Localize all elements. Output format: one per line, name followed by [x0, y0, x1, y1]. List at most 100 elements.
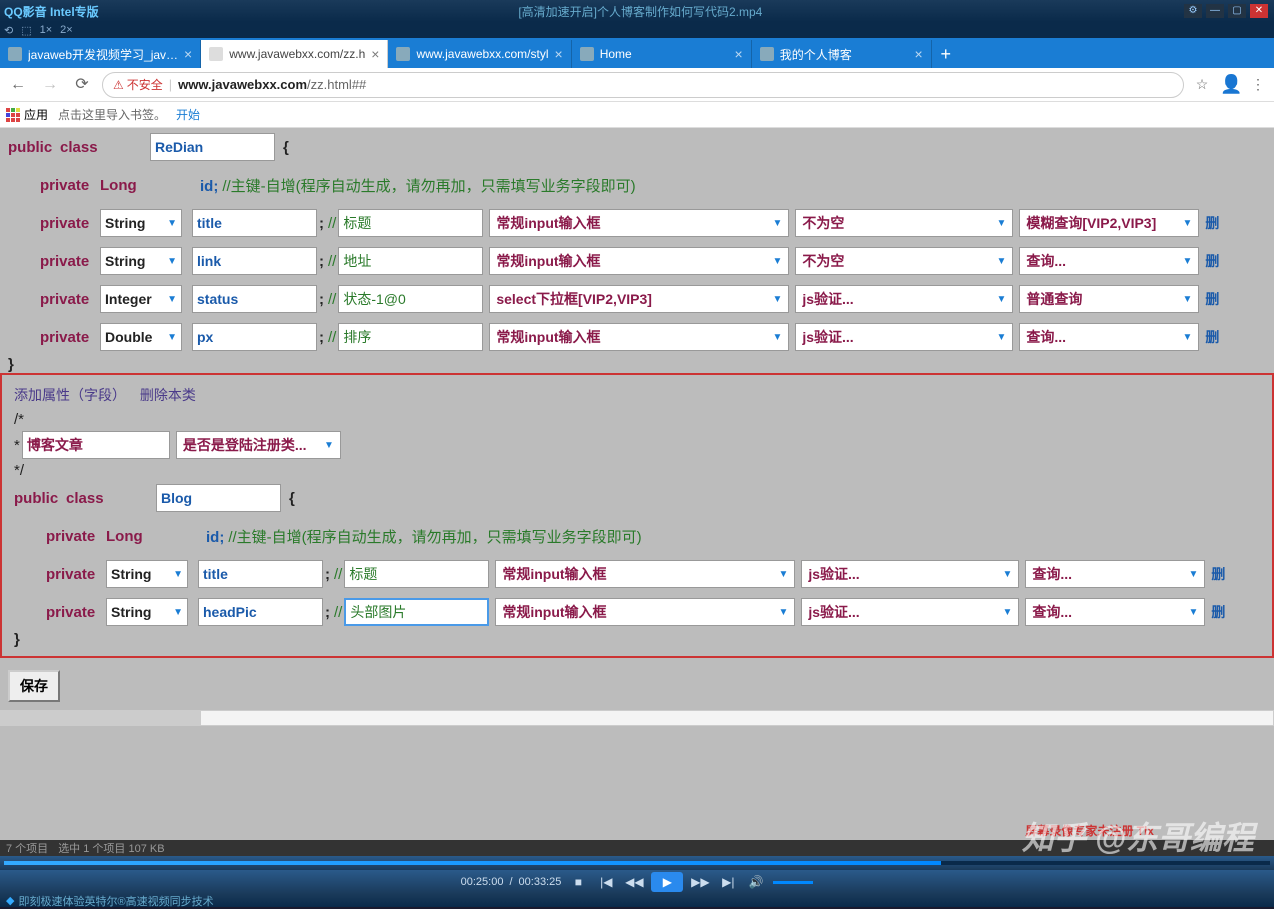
tab-0[interactable]: javaweb开发视频学习_jav…×	[0, 40, 201, 68]
control-type-select[interactable]: 常规input输入框▼	[495, 560, 795, 588]
field-comment-input[interactable]: 排序	[338, 323, 483, 351]
query-select[interactable]: 查询...▼	[1025, 598, 1205, 626]
close-button[interactable]: ✕	[1250, 4, 1268, 18]
field-name-input[interactable]: link	[192, 247, 317, 275]
type-select[interactable]: String▼	[106, 598, 188, 626]
speed-1x[interactable]: 1×	[40, 24, 53, 36]
apps-button[interactable]: 应用	[6, 106, 48, 123]
semicolon: ;	[325, 566, 330, 583]
favicon-icon	[580, 47, 594, 61]
refresh-icon[interactable]: ⟲	[4, 24, 13, 37]
tab-3[interactable]: Home×	[572, 40, 752, 68]
forward-button[interactable]: ▶▶	[689, 873, 711, 891]
start-link[interactable]: 开始	[176, 106, 200, 123]
favicon-icon	[209, 47, 223, 61]
validation-select[interactable]: js验证...▼	[801, 598, 1019, 626]
class-name-input[interactable]: Blog	[156, 484, 281, 512]
keyword-private: private	[0, 215, 100, 232]
volume-icon[interactable]: 🔊	[745, 873, 767, 891]
field-name-input[interactable]: title	[192, 209, 317, 237]
delete-field-link[interactable]: 删	[1205, 327, 1219, 347]
query-select[interactable]: 模糊查询[VIP2,VIP3]▼	[1019, 209, 1199, 237]
maximize-button[interactable]: ▢	[1228, 4, 1246, 18]
field-comment-input[interactable]: 状态-1@0	[338, 285, 483, 313]
horizontal-scrollbar[interactable]	[0, 710, 1274, 726]
delete-field-link[interactable]: 删	[1205, 213, 1219, 233]
field-comment-input[interactable]: 地址	[338, 247, 483, 275]
url-input[interactable]: ⚠ 不安全 | www.javawebxx.com/zz.html##	[102, 72, 1184, 98]
close-tab-icon[interactable]: ×	[915, 46, 923, 62]
control-type-select[interactable]: select下拉框[VIP2,VIP3]▼	[489, 285, 789, 313]
field-name-input[interactable]: title	[198, 560, 323, 588]
close-tab-icon[interactable]: ×	[371, 46, 379, 62]
control-type-select[interactable]: 常规input输入框▼	[489, 247, 789, 275]
type-select[interactable]: String▼	[100, 247, 182, 275]
settings-icon[interactable]: ⚙	[1184, 4, 1202, 18]
progress-bar[interactable]	[0, 856, 1274, 870]
menu-icon[interactable]: ⋮	[1248, 76, 1268, 93]
control-type-select[interactable]: 常规input输入框▼	[489, 209, 789, 237]
tab-1[interactable]: www.javawebxx.com/zz.h×	[201, 40, 388, 68]
control-type-select[interactable]: 常规input输入框▼	[489, 323, 789, 351]
forward-button[interactable]: →	[38, 73, 62, 97]
validation-select[interactable]: 不为空▼	[795, 247, 1013, 275]
query-select[interactable]: 查询...▼	[1019, 323, 1199, 351]
prev-button[interactable]: |◀	[595, 873, 617, 891]
profile-icon[interactable]: 👤	[1220, 74, 1240, 95]
login-type-select[interactable]: 是否是登陆注册类...▼	[176, 431, 341, 459]
block-actions: 添加属性（字段） 删除本类	[6, 379, 1268, 411]
delete-field-link[interactable]: 删	[1205, 251, 1219, 271]
stop-button[interactable]: ■	[567, 873, 589, 891]
play-button[interactable]: ▶	[651, 872, 683, 892]
close-tab-icon[interactable]: ×	[184, 46, 192, 62]
validation-select[interactable]: js验证...▼	[795, 323, 1013, 351]
field-name-input[interactable]: headPic	[198, 598, 323, 626]
add-field-link[interactable]: 添加属性（字段）	[14, 387, 126, 403]
fullscreen-icon[interactable]: ⬚	[21, 24, 31, 37]
page-content: public class ReDian { private Long id;//…	[0, 128, 1274, 840]
type-select[interactable]: Double▼	[100, 323, 182, 351]
rewind-button[interactable]: ◀◀	[623, 873, 645, 891]
keyword-class: class	[66, 490, 156, 507]
field-name-input[interactable]: px	[192, 323, 317, 351]
save-button[interactable]: 保存	[8, 670, 60, 702]
url-text: www.javawebxx.com/zz.html##	[178, 77, 366, 92]
type-select[interactable]: String▼	[100, 209, 182, 237]
tab-4[interactable]: 我的个人博客×	[752, 40, 932, 68]
minimize-button[interactable]: —	[1206, 4, 1224, 18]
class-name-input[interactable]: ReDian	[150, 133, 275, 161]
query-select[interactable]: 查询...▼	[1019, 247, 1199, 275]
query-select[interactable]: 普通查询▼	[1019, 285, 1199, 313]
keyword-private: private	[6, 604, 106, 621]
delete-field-link[interactable]: 删	[1205, 289, 1219, 309]
volume-slider[interactable]	[773, 881, 813, 884]
delete-class-link[interactable]: 删除本类	[140, 387, 196, 403]
field-comment-input[interactable]: 头部图片	[344, 598, 489, 626]
next-button[interactable]: ▶|	[717, 873, 739, 891]
keyword-private: private	[6, 528, 106, 545]
field-row: private String▼ headPic ; // 头部图片 常规inpu…	[6, 593, 1268, 631]
query-select[interactable]: 查询...▼	[1025, 560, 1205, 588]
star-icon[interactable]: ☆	[1192, 76, 1212, 93]
open-brace: {	[281, 490, 295, 507]
field-comment-input[interactable]: 标题	[344, 560, 489, 588]
field-comment-input[interactable]: 标题	[338, 209, 483, 237]
close-tab-icon[interactable]: ×	[555, 46, 563, 62]
back-button[interactable]: ←	[6, 73, 30, 97]
validation-select[interactable]: 不为空▼	[795, 209, 1013, 237]
new-tab-button[interactable]: +	[932, 40, 960, 68]
speed-2x[interactable]: 2×	[60, 24, 73, 36]
field-id: id;//主键-自增(程序自动生成，请勿再加，只需填写业务字段即可)	[206, 526, 642, 547]
delete-field-link[interactable]: 删	[1211, 602, 1225, 622]
reload-button[interactable]: ⟳	[70, 73, 94, 97]
field-name-input[interactable]: status	[192, 285, 317, 313]
type-select[interactable]: String▼	[106, 560, 188, 588]
control-type-select[interactable]: 常规input输入框▼	[495, 598, 795, 626]
validation-select[interactable]: js验证...▼	[801, 560, 1019, 588]
close-tab-icon[interactable]: ×	[735, 46, 743, 62]
validation-select[interactable]: js验证...▼	[795, 285, 1013, 313]
delete-field-link[interactable]: 删	[1211, 564, 1225, 584]
type-select[interactable]: Integer▼	[100, 285, 182, 313]
tab-2[interactable]: www.javawebxx.com/styl×	[388, 40, 571, 68]
class-desc-input[interactable]: 博客文章	[22, 431, 170, 459]
